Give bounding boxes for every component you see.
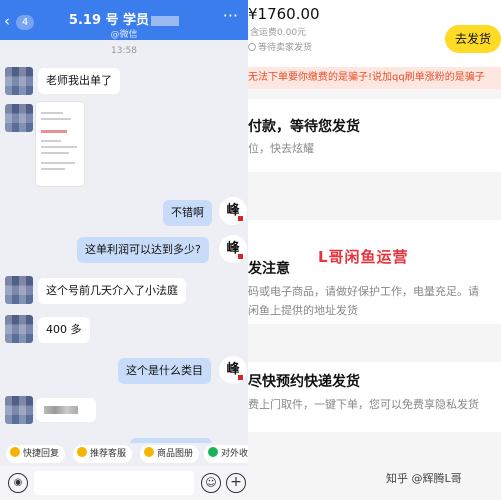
order-status-desc: 位，快去炫耀 bbox=[248, 142, 314, 155]
recommend-service-chip[interactable]: 推荐客服 bbox=[73, 445, 133, 463]
contact-avatar[interactable] bbox=[5, 67, 33, 95]
order-price: ¥1760.00 bbox=[248, 5, 320, 23]
message-bubble-outgoing[interactable]: 这单利润可以达到多少? bbox=[77, 237, 209, 263]
status-icon bbox=[248, 43, 256, 51]
plus-icon[interactable]: + bbox=[226, 473, 246, 493]
contact-avatar[interactable] bbox=[5, 396, 33, 424]
waiting-seller-status: 等待卖家发货 bbox=[248, 40, 312, 53]
divider bbox=[248, 89, 501, 99]
blurred-name bbox=[151, 15, 180, 26]
scam-warning-banner: 无法下单要你缴费的是骗子!说加qq刷单涨粉的是骗子 bbox=[248, 67, 501, 89]
album-icon bbox=[144, 447, 154, 457]
message-bubble-incoming[interactable]: 老师我出单了 bbox=[38, 68, 120, 94]
chat-header: ‹ 4 5.19 号 学员 @微信 ··· bbox=[0, 0, 248, 40]
message-bubble-incoming[interactable]: 400 多 bbox=[38, 317, 90, 343]
external-collect-chip[interactable]: 对外收 bbox=[204, 445, 248, 463]
my-avatar[interactable]: 峰 bbox=[219, 197, 247, 225]
message-input[interactable] bbox=[34, 471, 194, 495]
shipping-fee: 含运费0.00元 bbox=[250, 28, 307, 38]
contact-avatar[interactable] bbox=[5, 315, 33, 343]
emoji-icon[interactable]: ☺ bbox=[201, 473, 221, 493]
contact-avatar[interactable] bbox=[5, 104, 33, 132]
message-bubble-outgoing[interactable]: 这个是什么类目 bbox=[118, 358, 211, 384]
more-options-icon[interactable]: ··· bbox=[223, 6, 238, 25]
chat-panel: ‹ 4 5.19 号 学员 @微信 ··· 13:58 老师我出单了 不错啊 峰… bbox=[0, 0, 248, 500]
voice-icon[interactable]: ◉ bbox=[8, 473, 28, 493]
image-message[interactable] bbox=[36, 102, 84, 186]
order-panel: ¥1760.00 含运费0.00元 等待卖家发货 去发货 无法下单要你缴费的是骗… bbox=[248, 0, 501, 500]
divider bbox=[248, 432, 501, 500]
message-input-bar: ◉ ☺ + bbox=[0, 466, 248, 500]
service-icon bbox=[77, 447, 87, 457]
quick-reply-bar: 快捷回复 推荐客服 商品图册 对外收 bbox=[0, 443, 248, 465]
divider bbox=[248, 324, 501, 362]
author-credit: 知乎 @辉腾L哥 bbox=[386, 472, 462, 485]
shipping-notice-desc-2: 闲鱼上提供的地址发货 bbox=[248, 304, 358, 317]
my-avatar[interactable]: 峰 bbox=[219, 235, 247, 263]
lightning-icon bbox=[10, 447, 20, 457]
ship-button[interactable]: 去发货 bbox=[445, 25, 501, 53]
contact-avatar[interactable] bbox=[5, 276, 33, 304]
express-desc: 费上门取件，一键下单，您可以免费享隐私发货 bbox=[248, 398, 479, 411]
chat-title-text: 5.19 号 学员 bbox=[68, 13, 150, 28]
shipping-notice-title: 发注意 bbox=[248, 261, 290, 277]
express-title: 尽快预约快递发货 bbox=[248, 374, 360, 390]
my-avatar[interactable]: 峰 bbox=[219, 356, 247, 384]
product-album-chip[interactable]: 商品图册 bbox=[140, 445, 200, 463]
blurred-message[interactable] bbox=[36, 398, 96, 422]
chat-title: 5.19 号 学员 bbox=[0, 9, 248, 28]
shield-icon bbox=[208, 447, 218, 457]
message-timestamp: 13:58 bbox=[111, 46, 137, 56]
message-bubble-outgoing[interactable]: 不错啊 bbox=[163, 200, 212, 226]
watermark-text: L哥闲鱼运营 bbox=[318, 248, 409, 266]
message-bubble-incoming[interactable]: 这个号前几天介入了小法庭 bbox=[38, 278, 186, 304]
shipping-notice-desc: 码或电子商品，请做好保护工作，电量充足。请 bbox=[248, 285, 479, 298]
quick-reply-chip[interactable]: 快捷回复 bbox=[6, 445, 66, 463]
chat-subtitle: @微信 bbox=[110, 30, 138, 40]
divider bbox=[248, 172, 501, 220]
order-status-title: 付款，等待您发货 bbox=[248, 119, 360, 135]
